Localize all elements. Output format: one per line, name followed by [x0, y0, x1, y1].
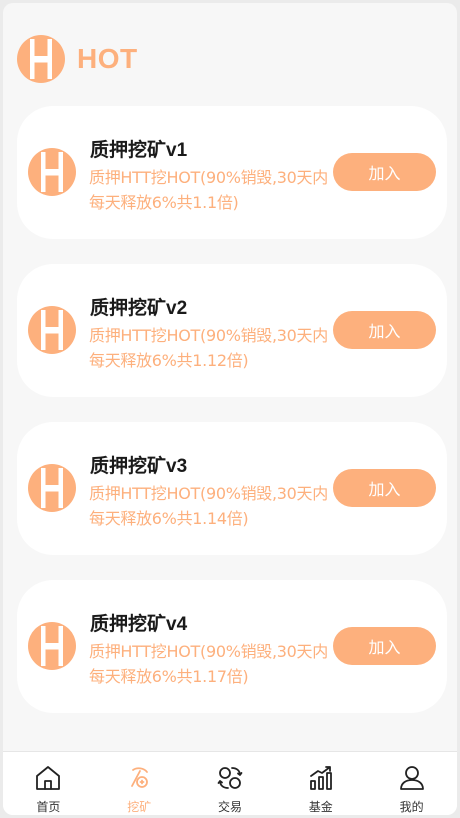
bottom-tab-bar: 首页 挖矿 交易 基金 我的: [3, 751, 457, 815]
pool-description: 质押HTT挖HOT(90%销毁,30天内每天释放6%共1.17倍): [89, 642, 328, 686]
hot-coin-logo-icon: [27, 305, 77, 355]
pool-description: 质押HTT挖HOT(90%销毁,30天内每天释放6%共1.12倍): [89, 326, 328, 370]
pool-card-v3: 质押挖矿v3 质押HTT挖HOT(90%销毁,30天内每天释放6%共1.14倍)…: [17, 422, 447, 555]
pool-title: 质押挖矿v3: [90, 456, 188, 477]
tab-label: 我的: [399, 800, 424, 814]
pool-title: 质押挖矿v4: [90, 614, 188, 635]
hot-coin-logo-icon: [27, 621, 77, 671]
tab-mining[interactable]: 挖矿: [94, 752, 185, 815]
join-button[interactable]: 加入: [333, 153, 436, 191]
pool-card-v4: 质押挖矿v4 质押HTT挖HOT(90%销毁,30天内每天释放6%共1.17倍)…: [17, 580, 447, 713]
mining-pool-list: 质押挖矿v1 质押HTT挖HOT(90%销毁,30天内每天释放6%共1.1倍) …: [17, 106, 447, 738]
fund-chart-icon: [309, 766, 332, 790]
pool-card-v1: 质押挖矿v1 质押HTT挖HOT(90%销毁,30天内每天释放6%共1.1倍) …: [17, 106, 447, 239]
brand-header: HOT: [16, 31, 138, 87]
tab-exchange[interactable]: 交易: [185, 752, 276, 815]
tab-fund[interactable]: 基金: [275, 752, 366, 815]
tab-label: 基金: [308, 800, 333, 814]
home-icon: [36, 766, 61, 790]
join-button[interactable]: 加入: [333, 627, 436, 665]
tab-label: 挖矿: [127, 800, 152, 814]
hot-coin-logo-icon: [27, 463, 77, 513]
hot-coin-logo-icon: [16, 34, 66, 84]
tab-label: 交易: [217, 800, 242, 814]
mining-icon: [131, 767, 149, 788]
pool-description: 质押HTT挖HOT(90%销毁,30天内每天释放6%共1.1倍): [89, 168, 328, 212]
join-button[interactable]: 加入: [333, 311, 436, 349]
pool-title: 质押挖矿v2: [90, 298, 188, 319]
join-button[interactable]: 加入: [333, 469, 436, 507]
hot-coin-logo-icon: [27, 147, 77, 197]
profile-icon: [399, 766, 424, 790]
exchange-icon: [217, 767, 243, 789]
brand-title: HOT: [77, 43, 138, 74]
tab-profile[interactable]: 我的: [366, 752, 457, 815]
pool-description: 质押HTT挖HOT(90%销毁,30天内每天释放6%共1.14倍): [89, 484, 328, 528]
pool-title: 质押挖矿v1: [90, 140, 188, 161]
tab-home[interactable]: 首页: [3, 752, 94, 815]
app-frame: HOT 质押挖矿v1 质押HTT挖HOT(90%销毁,30天内每天释放6%共1.…: [3, 3, 457, 815]
pool-card-v2: 质押挖矿v2 质押HTT挖HOT(90%销毁,30天内每天释放6%共1.12倍)…: [17, 264, 447, 397]
tab-label: 首页: [36, 800, 61, 814]
